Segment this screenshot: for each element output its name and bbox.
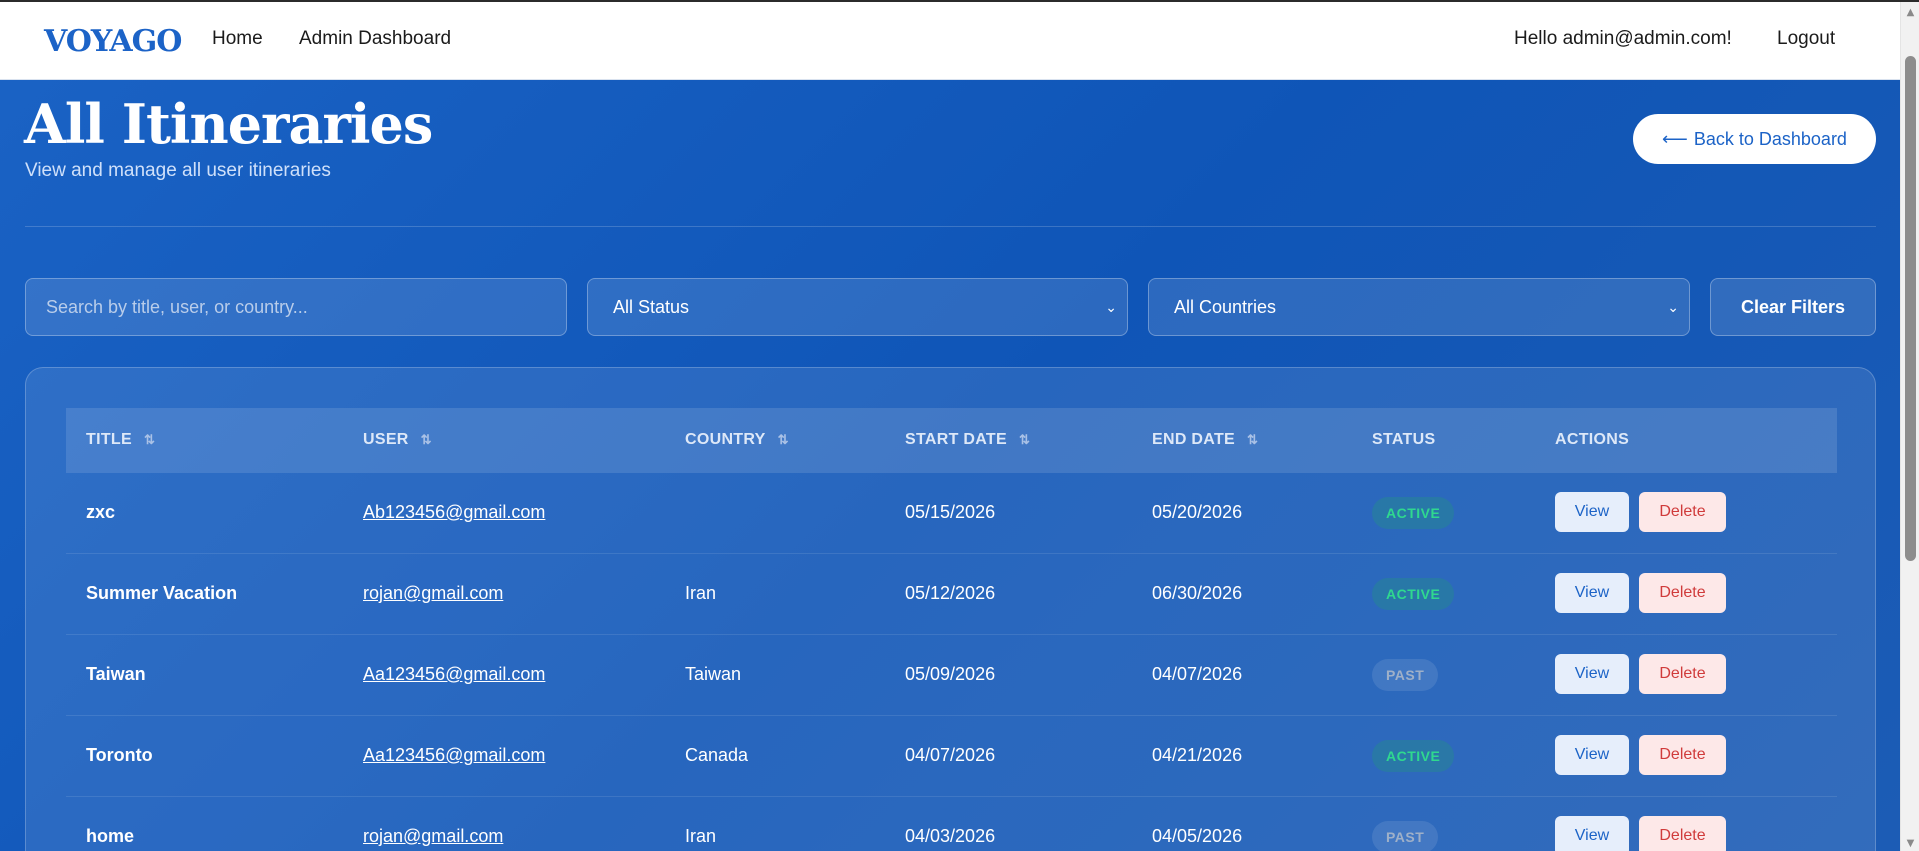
logout-link[interactable]: Logout	[1777, 28, 1835, 50]
cell-country: Canada	[685, 745, 749, 765]
cell-start-date: 05/09/2026	[905, 664, 996, 684]
header-label: END DATE	[1152, 431, 1235, 448]
status-badge: ACTIVE	[1372, 497, 1455, 529]
status-badge: PAST	[1372, 821, 1439, 851]
scroll-thumb[interactable]	[1905, 56, 1916, 561]
sort-icon: ⇅	[1247, 432, 1259, 447]
back-to-dashboard-button[interactable]: ⟵ Back to Dashboard	[1633, 114, 1876, 164]
view-button[interactable]: View	[1555, 573, 1629, 613]
cell-start-date: 04/03/2026	[905, 826, 996, 846]
cell-user: rojan@gmail.com	[363, 583, 503, 604]
table-row: Taiwan Aa123456@gmail.com Taiwan 05/09/2…	[66, 635, 1837, 716]
nav-admin-dashboard-link[interactable]: Admin Dashboard	[299, 28, 451, 50]
status-badge: ACTIVE	[1372, 578, 1455, 610]
vertical-scrollbar[interactable]: ▲ ▼	[1900, 2, 1919, 851]
cell-end-date: 04/07/2026	[1152, 664, 1243, 684]
top-navbar: VOYAGO Home Admin Dashboard Hello admin@…	[0, 2, 1900, 80]
table-row: zxc Ab123456@gmail.com 05/15/2026 05/20/…	[66, 473, 1837, 554]
clear-filters-button[interactable]: Clear Filters	[1710, 278, 1876, 336]
delete-button[interactable]: Delete	[1639, 735, 1726, 775]
user-email-link[interactable]: Aa123456@gmail.com	[363, 664, 545, 684]
cell-user: Aa123456@gmail.com	[363, 745, 545, 766]
cell-end-date: 06/30/2026	[1152, 583, 1243, 603]
cell-end-date: 04/05/2026	[1152, 826, 1243, 846]
arrow-left-icon: ⟵	[1662, 128, 1688, 149]
cell-country: Iran	[685, 826, 717, 846]
column-header-actions: ACTIONS	[1555, 431, 1629, 449]
user-email-link[interactable]: Aa123456@gmail.com	[363, 745, 545, 765]
cell-title: zxc	[86, 502, 116, 522]
column-header-end-date[interactable]: END DATE ⇅	[1152, 431, 1258, 449]
sort-icon: ⇅	[420, 432, 432, 447]
header-label: COUNTRY	[685, 431, 766, 448]
column-header-title[interactable]: TITLE ⇅	[86, 431, 155, 449]
cell-end-date: 05/20/2026	[1152, 502, 1243, 522]
sort-icon: ⇅	[143, 432, 156, 447]
logo[interactable]: VOYAGO	[44, 24, 182, 59]
back-button-label: Back to Dashboard	[1693, 128, 1847, 149]
header-label: START DATE	[905, 431, 1007, 448]
scroll-down-icon[interactable]: ▼	[1901, 835, 1919, 851]
view-button[interactable]: View	[1555, 654, 1629, 694]
header-label: USER	[363, 431, 409, 448]
user-greeting: Hello admin@admin.com!	[1514, 28, 1732, 49]
column-header-status: STATUS	[1372, 431, 1435, 449]
view-button[interactable]: View	[1555, 492, 1629, 532]
chevron-down-icon: ⌄	[1667, 298, 1679, 315]
cell-user: Ab123456@gmail.com	[363, 502, 545, 523]
cell-start-date: 05/15/2026	[905, 502, 996, 522]
cell-title: Toronto	[86, 745, 153, 765]
delete-button[interactable]: Delete	[1639, 492, 1726, 532]
country-select[interactable]: All Countries ⌄	[1148, 278, 1690, 336]
header-label: ACTIONS	[1555, 431, 1630, 448]
column-header-user[interactable]: USER ⇅	[363, 431, 432, 449]
status-badge: ACTIVE	[1372, 740, 1455, 772]
status-badge: PAST	[1372, 659, 1439, 691]
table-row: Summer Vacation rojan@gmail.com Iran 05/…	[66, 554, 1837, 635]
sort-icon: ⇅	[1018, 432, 1031, 447]
table-row: home rojan@gmail.com Iran 04/03/2026 04/…	[66, 797, 1837, 851]
browser-viewport: VOYAGO Home Admin Dashboard Hello admin@…	[0, 0, 1919, 851]
status-select[interactable]: All Status ⌄	[587, 278, 1128, 336]
view-button[interactable]: View	[1555, 735, 1629, 775]
header-label: STATUS	[1372, 431, 1436, 448]
cell-country: Iran	[685, 583, 717, 603]
user-email-link[interactable]: rojan@gmail.com	[363, 583, 503, 603]
cell-country: Taiwan	[685, 664, 742, 684]
delete-button[interactable]: Delete	[1639, 654, 1726, 694]
sort-icon: ⇅	[777, 432, 789, 447]
cell-title: Taiwan	[86, 664, 146, 684]
cell-title: home	[86, 826, 135, 846]
user-email-link[interactable]: rojan@gmail.com	[363, 826, 503, 846]
country-select-value: All Countries	[1174, 296, 1277, 317]
chevron-down-icon: ⌄	[1105, 298, 1117, 315]
nav-home-link[interactable]: Home	[212, 28, 263, 50]
table-header: TITLE ⇅ USER ⇅ COUNTRY ⇅ START DATE ⇅ EN…	[66, 408, 1837, 473]
cell-user: Aa123456@gmail.com	[363, 664, 545, 685]
delete-button[interactable]: Delete	[1639, 573, 1726, 613]
cell-start-date: 05/12/2026	[905, 583, 996, 603]
scroll-up-icon[interactable]: ▲	[1901, 4, 1919, 20]
cell-title: Summer Vacation	[86, 583, 238, 603]
view-button[interactable]: View	[1555, 816, 1629, 851]
cell-start-date: 04/07/2026	[905, 745, 996, 765]
main-content: All Itineraries View and manage all user…	[0, 80, 1900, 851]
delete-button[interactable]: Delete	[1639, 816, 1726, 851]
cell-user: rojan@gmail.com	[363, 826, 503, 847]
user-email-link[interactable]: Ab123456@gmail.com	[363, 502, 545, 522]
header-label: TITLE	[86, 431, 132, 448]
header-divider	[25, 226, 1876, 227]
column-header-country[interactable]: COUNTRY ⇅	[685, 431, 789, 449]
cell-end-date: 04/21/2026	[1152, 745, 1243, 765]
page-title: All Itineraries	[24, 92, 433, 156]
search-input[interactable]	[25, 278, 567, 336]
column-header-start-date[interactable]: START DATE ⇅	[905, 431, 1030, 449]
page-subtitle: View and manage all user itineraries	[25, 160, 331, 181]
table-row: Toronto Aa123456@gmail.com Canada 04/07/…	[66, 716, 1837, 797]
status-select-value: All Status	[613, 296, 690, 317]
itineraries-table: TITLE ⇅ USER ⇅ COUNTRY ⇅ START DATE ⇅ EN…	[25, 367, 1876, 851]
